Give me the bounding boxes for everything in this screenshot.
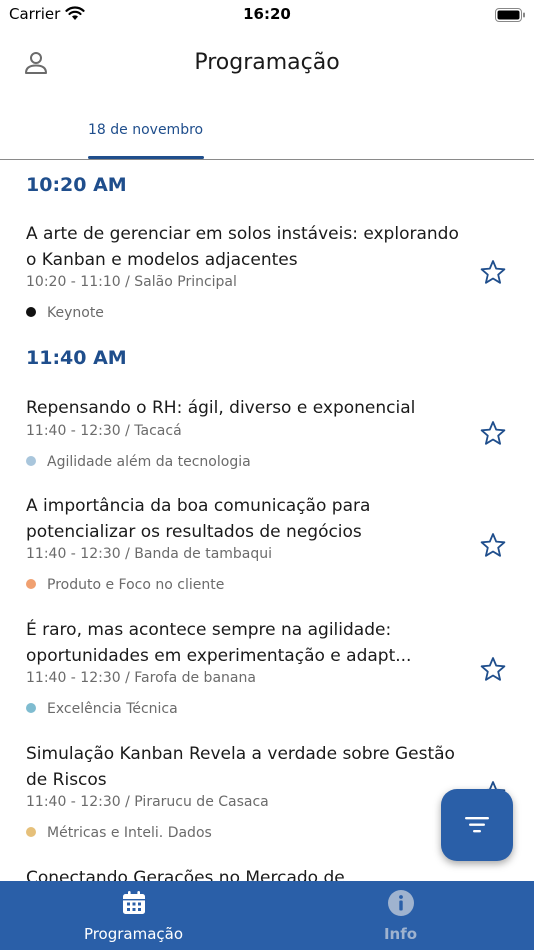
session-time-room: 11:40 - 12:30 / Farofa de banana [26, 670, 256, 686]
session-item[interactable]: Conectando Gerações no Mercado de [0, 864, 534, 881]
page-title: Programação [194, 50, 340, 75]
tab-programacao-label: Programação [83, 925, 184, 943]
session-room: / Salão Principal [125, 274, 237, 290]
track-label: Keynote [47, 305, 104, 321]
session-title: A arte de gerenciar em solos instáveis: … [26, 224, 459, 270]
session-start: 10:20 [26, 274, 67, 290]
track-dot [26, 456, 36, 466]
schedule-list[interactable]: 10:20 AM A arte de gerenciar em solos in… [0, 160, 534, 881]
track-dot [26, 703, 36, 713]
session-item[interactable]: A importância da boa comunicação para po… [0, 492, 534, 607]
session-room: / Banda de tambaqui [125, 546, 273, 562]
favorite-star-icon[interactable] [480, 532, 506, 558]
session-end: - 12:30 [66, 423, 121, 439]
session-time-room: 11:40 - 12:30 / Banda de tambaqui [26, 546, 272, 562]
favorite-star-icon[interactable] [480, 656, 506, 682]
session-time-room: 11:40 - 12:30 / Tacacá [26, 423, 182, 439]
filter-icon [465, 817, 489, 833]
favorite-star-icon[interactable] [480, 420, 506, 446]
tab-info-label: Info [383, 925, 418, 943]
session-item[interactable]: A arte de gerenciar em solos instáveis: … [0, 220, 534, 332]
tab-selected-indicator [88, 156, 204, 159]
track-dot [26, 579, 36, 589]
tab-info[interactable]: Info [267, 881, 534, 950]
session-title: Repensando o RH: ágil, diverso e exponen… [26, 398, 416, 418]
status-time: 16:20 [243, 5, 291, 23]
tab-18-novembro[interactable]: 18 de novembro [88, 122, 203, 138]
track-label: Produto e Foco no cliente [47, 577, 225, 593]
filter-button[interactable] [441, 789, 513, 861]
session-title: É raro, mas acontece sempre na agilidade… [26, 620, 412, 666]
session-time-room: 10:20 - 11:10 / Salão Principal [26, 274, 237, 290]
session-end: - 12:30 [66, 794, 121, 810]
session-track: Keynote [26, 305, 104, 321]
info-icon [387, 889, 415, 917]
session-track: Métricas e Inteli. Dados [26, 825, 212, 841]
session-track: Agilidade além da tecnologia [26, 454, 251, 470]
session-room: / Pirarucu de Casaca [125, 794, 269, 810]
session-title: Simulação Kanban Revela a verdade sobre … [26, 744, 455, 790]
track-dot [26, 827, 36, 837]
track-dot [26, 307, 36, 317]
status-bar: Carrier 16:20 [0, 0, 534, 28]
track-label: Métricas e Inteli. Dados [47, 825, 212, 841]
nav-header: Programação [0, 40, 534, 86]
favorite-star-icon[interactable] [480, 259, 506, 285]
track-label: Excelência Técnica [47, 701, 178, 717]
session-title: A importância da boa comunicação para po… [26, 496, 371, 542]
session-track: Produto e Foco no cliente [26, 577, 224, 593]
session-start: 11:40 [26, 546, 67, 562]
session-item[interactable]: Repensando o RH: ágil, diverso e exponen… [0, 394, 534, 484]
track-label: Agilidade além da tecnologia [47, 454, 251, 470]
calendar-icon [120, 889, 148, 917]
session-end: - 12:30 [66, 670, 121, 686]
tab-programacao[interactable]: Programação [0, 881, 267, 950]
session-item[interactable]: É raro, mas acontece sempre na agilidade… [0, 616, 534, 731]
session-end: - 12:30 [66, 546, 121, 562]
time-header: 11:40 AM [26, 347, 127, 369]
battery-icon [495, 7, 526, 22]
session-title: Conectando Gerações no Mercado de [26, 868, 345, 881]
session-start: 11:40 [26, 794, 67, 810]
session-start: 11:40 [26, 670, 67, 686]
session-time-room: 11:40 - 12:30 / Pirarucu de Casaca [26, 794, 269, 810]
bottom-tab-bar: Programação Info [0, 881, 534, 950]
session-room: / Tacacá [125, 423, 182, 439]
session-end: - 11:10 [66, 274, 121, 290]
session-track: Excelência Técnica [26, 701, 178, 717]
date-tabs: 18 de novembro [0, 104, 534, 160]
session-start: 11:40 [26, 423, 67, 439]
session-room: / Farofa de banana [125, 670, 256, 686]
time-header: 10:20 AM [26, 174, 127, 196]
